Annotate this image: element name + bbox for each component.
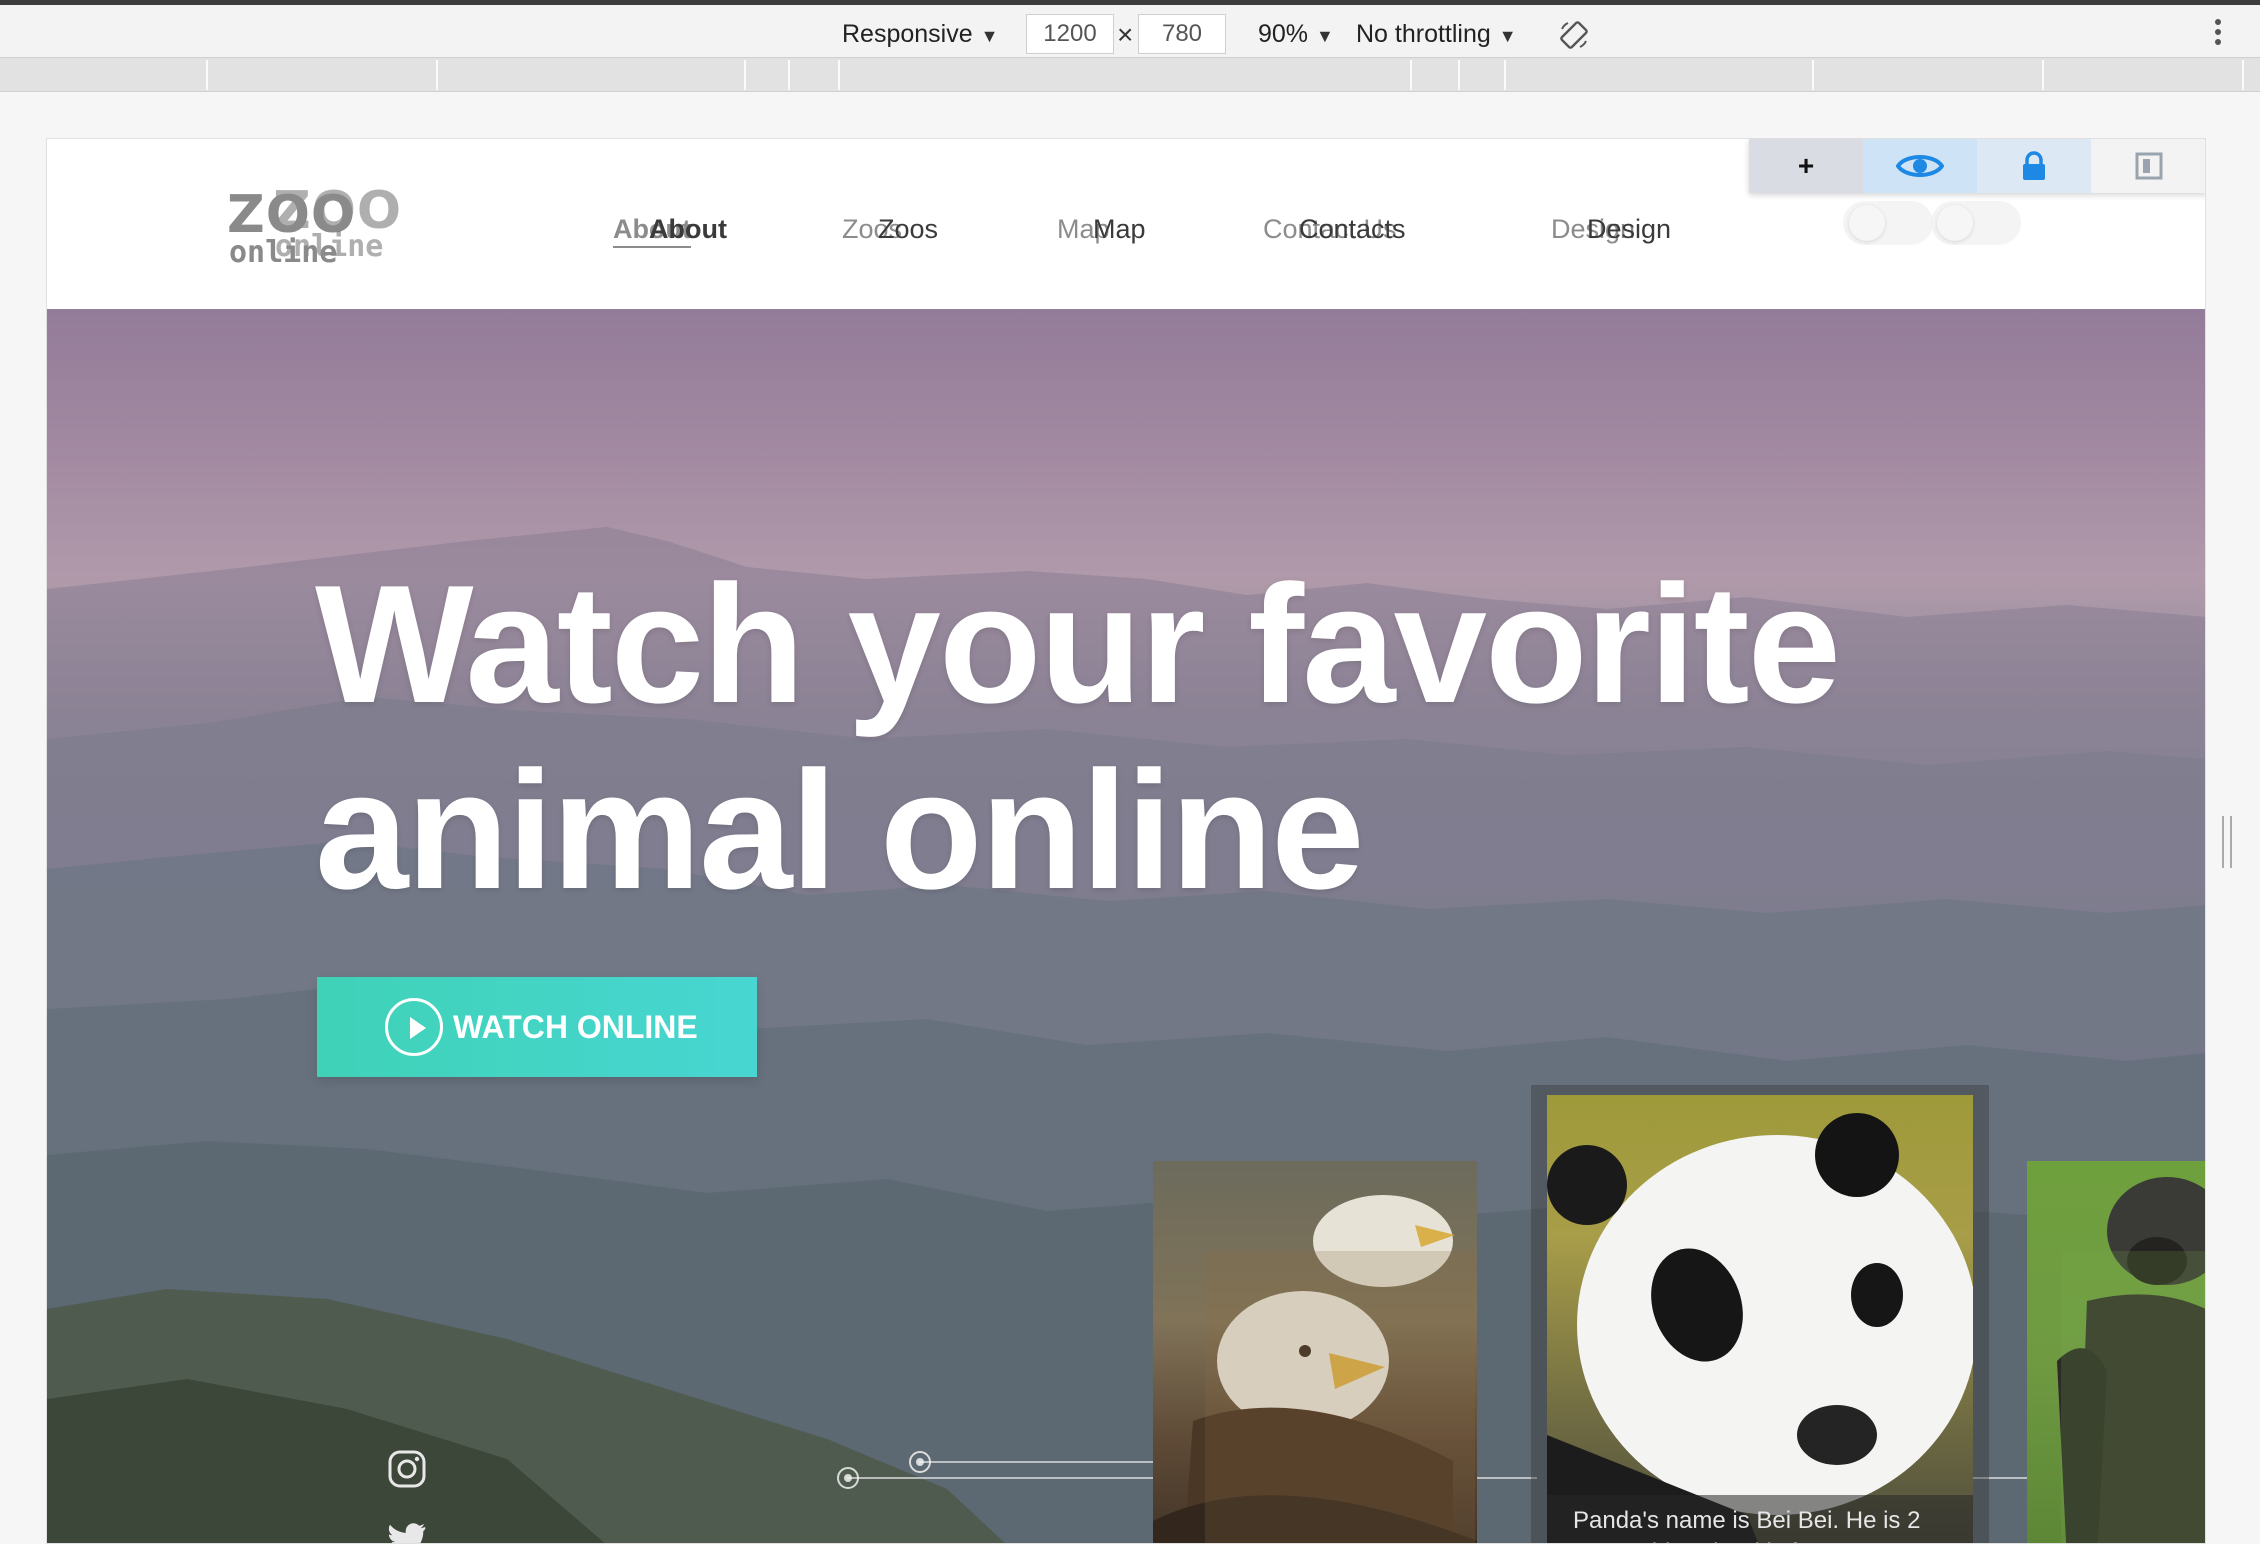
eagle-image	[1153, 1195, 1477, 1543]
ruler-segment[interactable]	[840, 60, 1412, 90]
panda-card-caption: Panda's name is Bei Bei. He is 2 years o…	[1573, 1507, 1921, 1543]
rotate-icon[interactable]	[1558, 19, 1590, 51]
theme-toggle[interactable]	[1843, 201, 1933, 245]
add-overlay-button[interactable]: +	[1749, 139, 1863, 193]
lock-icon	[2023, 151, 2045, 180]
ruler-segment[interactable]	[438, 60, 746, 90]
ruler-segment[interactable]	[1814, 60, 2044, 90]
toggle-knob	[1849, 205, 1885, 241]
animal-card-gorilla[interactable]	[2027, 1161, 2205, 1543]
toggle-visibility-button[interactable]	[1863, 139, 1977, 193]
timeline-track	[847, 1477, 1177, 1479]
nav-item-ghost-label: About	[649, 214, 727, 244]
zoom-select-label: 90%	[1258, 20, 1309, 48]
toggle-knob	[1937, 205, 1973, 241]
nav-item-ghost-label: Design	[1587, 214, 1672, 244]
instagram-icon[interactable]	[387, 1449, 427, 1489]
hero-title: Watch your favorite animal online	[315, 551, 2015, 923]
theme-toggle-ghost	[1931, 201, 2021, 245]
hero-title-line-1: Watch your favorite	[315, 550, 1841, 738]
nav-item-ghost-label: Map	[1093, 214, 1146, 244]
device-select[interactable]: Responsive ▼	[842, 14, 998, 54]
twitter-icon[interactable]	[387, 1519, 427, 1544]
watch-online-button[interactable]: WATCH ONLINE	[317, 977, 757, 1077]
panda-image	[1547, 1113, 1973, 1543]
ruler-segment[interactable]	[1506, 60, 1814, 90]
hero-title-line-2: animal online	[315, 736, 1365, 924]
timeline-track-ghost	[919, 1461, 1159, 1463]
ruler-segment[interactable]	[746, 60, 790, 90]
lock-overlay-button[interactable]	[1977, 139, 2091, 193]
animal-card-panda[interactable]	[1547, 1095, 1973, 1543]
site-logo[interactable]: ZOO ZOO online online	[227, 181, 427, 271]
eye-icon	[1896, 155, 1944, 177]
throttling-select-label: No throttling	[1356, 20, 1491, 48]
zoom-select[interactable]: 90% ▼	[1258, 14, 1334, 54]
animal-card-eagle[interactable]	[1153, 1161, 1477, 1543]
ruler-segment[interactable]	[1412, 60, 1460, 90]
ruler-segment[interactable]	[790, 60, 840, 90]
chevron-down-icon: ▼	[980, 26, 999, 46]
timeline-dot[interactable]	[837, 1467, 859, 1489]
viewport-height-input[interactable]: 780	[1138, 14, 1226, 54]
nav-item-ghost-label: Contacts	[1299, 214, 1406, 244]
ruler-segment[interactable]	[208, 60, 438, 90]
split-view-button[interactable]	[2091, 139, 2205, 193]
chevron-down-icon: ▼	[1316, 26, 1334, 46]
logo-online: online	[229, 235, 338, 270]
overlay-toolbar: +	[1749, 139, 2205, 193]
play-icon	[385, 998, 443, 1056]
ruler-segment[interactable]	[1460, 60, 1506, 90]
devtools-device-toolbar: Responsive ▼ 1200 × 780 90% ▼ No throttlin…	[0, 0, 2260, 58]
gorilla-image	[2057, 1177, 2205, 1543]
timeline-dot-ghost[interactable]	[909, 1451, 931, 1473]
nav-item-ghost-label: Zoos	[878, 214, 939, 244]
resize-handle[interactable]	[2222, 816, 2232, 868]
dimension-separator: ×	[1117, 19, 1134, 50]
plus-icon: +	[1797, 150, 1815, 181]
device-select-label: Responsive	[842, 20, 973, 48]
site-header: ZOO ZOO online online About About Zoos Z…	[47, 139, 2205, 309]
chevron-down-icon: ▼	[1498, 26, 1517, 46]
media-query-ruler	[0, 58, 2260, 92]
viewport-width-input[interactable]: 1200	[1026, 14, 1114, 54]
timeline-track	[1477, 1477, 1537, 1479]
ruler-segment[interactable]	[0, 60, 208, 90]
more-options-icon[interactable]	[2212, 19, 2224, 51]
split-view-icon	[2135, 152, 2163, 180]
ruler-segment[interactable]	[2044, 60, 2244, 90]
hero-section: Watch your favorite animal online WATCH …	[47, 309, 2205, 1544]
emulated-page: ZOO ZOO online online About About Zoos Z…	[46, 138, 2206, 1544]
watch-online-label: WATCH ONLINE	[453, 1008, 698, 1045]
throttling-select[interactable]: No throttling ▼	[1356, 14, 1517, 54]
